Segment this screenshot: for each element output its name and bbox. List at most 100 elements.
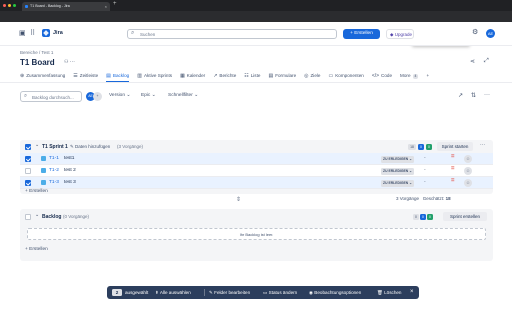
tab-berichte[interactable]: ↗ Berichte	[213, 72, 236, 82]
quick-filter[interactable]: Schnellfilter ⌄	[168, 93, 198, 98]
summary-estimate-label: Geschätzt:	[422, 196, 445, 201]
start-sprint-button[interactable]: Sprint starten	[437, 142, 473, 151]
global-search-input[interactable]: ⌕ Suchen	[127, 29, 337, 39]
sprint-summary: 3 Vorgänge Geschätzt: 18	[396, 196, 451, 201]
browser-tab-title: T1 Board - Backlog - Jira	[30, 4, 70, 8]
backlog-create-button[interactable]: + Erstellen	[25, 247, 48, 252]
tab-aktive-sprints[interactable]: ▥ Aktive Sprints	[137, 72, 172, 82]
issue-key[interactable]: T1-3	[49, 180, 59, 185]
project-tabs: ⊕ Zusammenfassung ☰ Zeitleiste ▤ Backlog ▥ Akti…	[20, 72, 429, 82]
tab-icon: ▤	[268, 73, 274, 79]
issue-title[interactable]: test 3	[64, 180, 76, 185]
create-button[interactable]: + Erstellen	[343, 29, 380, 39]
issue-status-dropdown[interactable]: ZU ERLEDIGEN ⌄	[381, 179, 415, 187]
app-switcher-icon[interactable]: ⠿	[30, 29, 35, 37]
browser-tab[interactable]: T1 Board - Backlog - Jira ×	[22, 2, 110, 11]
tab-label: Komponenten	[335, 73, 364, 78]
sprint-header[interactable]: ⌄ T1 Sprint 1 ✎ Daten hinzufügen (3 Vorg…	[20, 140, 493, 153]
issue-checkbox[interactable]	[25, 180, 31, 186]
share-icon[interactable]: ⋖	[470, 58, 475, 65]
tabs-divider	[0, 82, 512, 83]
jira-logo-icon[interactable]	[42, 29, 50, 37]
unassigned-avatar-icon[interactable]: ☺	[464, 179, 472, 187]
issue-title[interactable]: test 2	[64, 168, 76, 173]
tab-code[interactable]: </> Code	[372, 72, 392, 82]
insights-icon[interactable]: ↗	[458, 92, 463, 99]
version-filter[interactable]: Version ⌄	[109, 93, 130, 98]
fullscreen-icon[interactable]: ⤢	[484, 58, 489, 65]
edit-fields-button[interactable]: ✎ Felder bearbeiten	[209, 286, 250, 299]
unassigned-avatar-icon[interactable]: ☺	[464, 167, 472, 175]
backlog-search-input[interactable]: ⌕ Backlog durchsuch...	[20, 91, 82, 102]
drag-handle-icon[interactable]: ⇕	[236, 196, 241, 203]
edit-fields-label: Felder bearbeiten	[214, 290, 251, 295]
tab-ziele[interactable]: ◎ Ziele	[304, 72, 320, 82]
change-status-button[interactable]: ▭ Status ändern	[263, 286, 297, 299]
issue-title[interactable]: test1	[64, 156, 74, 161]
tab-label: Aktive Sprints	[143, 73, 173, 78]
tab-more[interactable]: More 4	[400, 72, 419, 82]
sprint-create-button[interactable]: + Erstellen	[25, 189, 48, 194]
unassigned-avatar-icon[interactable]: ☺	[464, 155, 472, 163]
tab-zeitleiste[interactable]: ☰ Zeitleiste	[73, 72, 98, 82]
backlog-header[interactable]: ⌄ Backlog (0 Vorgänge) 0 0 0 Sprint erst…	[20, 209, 493, 224]
tab-liste[interactable]: ☷ Liste	[244, 72, 260, 82]
backlog-select-checkbox[interactable]	[25, 213, 31, 220]
diamond-icon: ◆	[390, 32, 394, 37]
upgrade-button[interactable]: ◆ Upgrade	[386, 29, 414, 39]
add-dates-link[interactable]: ✎ Daten hinzufügen	[70, 144, 110, 150]
priority-medium-icon: =	[451, 178, 455, 184]
issue-key[interactable]: T1-1	[49, 156, 59, 161]
tab-zusammenfassung[interactable]: ⊕ Zusammenfassung	[20, 72, 65, 82]
tab-komponenten[interactable]: ▭ Komponenten	[328, 72, 363, 82]
issue-status-dropdown[interactable]: ZU ERLEDIGEN ⌄	[381, 155, 415, 163]
minimize-window-icon[interactable]	[8, 4, 11, 7]
issue-row[interactable]: T1-1 test1 ZU ERLEDIGEN ⌄ - = ☺	[20, 153, 493, 165]
tab-kalender[interactable]: ▦ Kalender	[180, 72, 205, 82]
tab-label: More	[400, 73, 411, 78]
create-sprint-button[interactable]: Sprint erstellen	[443, 212, 487, 221]
close-window-icon[interactable]	[3, 4, 6, 7]
window-controls[interactable]	[3, 4, 16, 7]
backlog-empty-state: Ihr Backlog ist leer.	[27, 228, 486, 240]
team-icon[interactable]: ⚇ ···	[64, 59, 75, 65]
sprint-more-icon[interactable]: ···	[480, 142, 485, 148]
chevron-down-icon[interactable]: ⌄	[35, 212, 39, 218]
issue-checkbox[interactable]	[25, 168, 31, 174]
select-all-button[interactable]: ⇞ Alle auswählen	[155, 286, 191, 299]
settings-gear-icon[interactable]: ⚙	[472, 28, 478, 36]
issue-estimate[interactable]: -	[424, 155, 426, 161]
add-tab-icon[interactable]: +	[426, 72, 429, 82]
close-tab-icon[interactable]: ×	[105, 2, 107, 11]
user-avatar[interactable]: AE	[486, 29, 495, 38]
tab-icon: ▥	[137, 73, 142, 79]
tab-backlog[interactable]: ▤ Backlog	[106, 72, 130, 82]
watch-options-button[interactable]: ◉ Beobachtungsoptionen	[309, 286, 361, 299]
new-tab-icon[interactable]: +	[113, 1, 117, 7]
close-icon[interactable]: ×	[410, 286, 414, 299]
breadcrumb[interactable]: Bereiche / Test 1	[20, 50, 53, 55]
view-settings-icon[interactable]: ⇅	[471, 92, 476, 99]
filter-avatar-more[interactable]: +	[93, 92, 102, 101]
sprint-select-all-checkbox[interactable]	[25, 143, 31, 150]
issue-row[interactable]: T1-3 test 3 ZU ERLEDIGEN ⌄ - = ☺	[20, 177, 493, 189]
tab-formulare[interactable]: ▤ Formulare	[268, 72, 296, 82]
tab-icon: ☷	[244, 73, 249, 79]
more-actions-icon[interactable]: ···	[484, 92, 490, 98]
issue-key[interactable]: T1-2	[49, 168, 59, 173]
delete-button[interactable]: 🗑︎ Löschen	[377, 286, 401, 299]
epic-filter[interactable]: Epic ⌄	[141, 93, 156, 98]
tab-icon: ▦	[180, 73, 185, 79]
search-placeholder: Suchen	[140, 32, 156, 37]
issue-estimate[interactable]: -	[424, 167, 426, 173]
sidebar-toggle-icon[interactable]: ▣	[19, 29, 26, 37]
issue-status-dropdown[interactable]: ZU ERLEDIGEN ⌄	[381, 167, 415, 175]
issue-estimate[interactable]: -	[424, 179, 426, 185]
issue-row[interactable]: T1-2 test 2 ZU ERLEDIGEN ⌄ - = ☺	[20, 165, 493, 177]
chevron-down-icon[interactable]: ⌄	[35, 142, 39, 148]
upgrade-label: Upgrade	[394, 32, 412, 37]
maximize-window-icon[interactable]	[13, 4, 16, 7]
product-name: Jira	[53, 30, 63, 36]
issue-checkbox[interactable]	[25, 156, 31, 162]
selected-label: ausgewählt	[125, 290, 149, 295]
